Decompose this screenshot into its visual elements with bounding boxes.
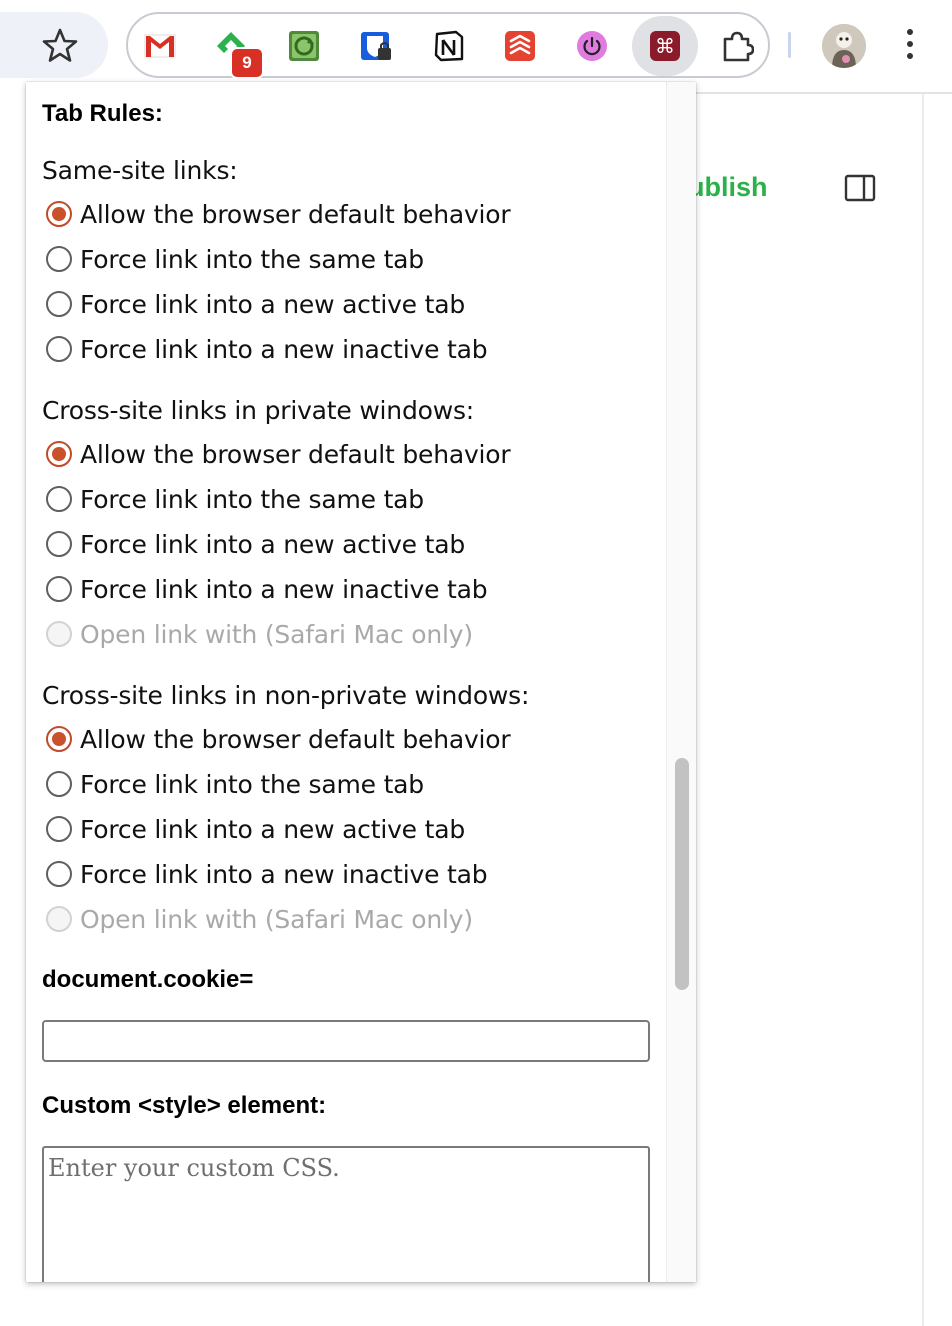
page-scroll-edge	[922, 94, 924, 1326]
radio-option[interactable]: Force link into a new inactive tab	[46, 572, 488, 606]
radio-option[interactable]: Allow the browser default behavior	[46, 722, 511, 756]
sync-extension-icon[interactable]	[287, 29, 321, 63]
command-extension-icon[interactable]: ⌘	[648, 29, 682, 63]
browser-toolbar: 9 ⌘	[0, 0, 952, 92]
radio-group-title: Cross-site links in non-private windows:	[42, 681, 530, 710]
radio-option[interactable]: Force link into a new active tab	[46, 812, 465, 846]
radio-button-selected[interactable]	[46, 201, 72, 227]
radio-option-label: Open link with (Safari Mac only)	[80, 904, 473, 934]
radio-option[interactable]: Force link into the same tab	[46, 767, 424, 801]
radio-option[interactable]: Force link into a new inactive tab	[46, 857, 488, 891]
radio-option[interactable]: Allow the browser default behavior	[46, 437, 511, 471]
radio-button-selected[interactable]	[46, 726, 72, 752]
radio-button[interactable]	[46, 861, 72, 887]
radio-button[interactable]	[46, 246, 72, 272]
radio-option-label: Force link into a new inactive tab	[80, 334, 488, 364]
browser-menu-icon[interactable]	[898, 26, 922, 66]
radio-group-title: Same-site links:	[42, 156, 238, 185]
popup-scrollbar-thumb[interactable]	[675, 758, 689, 990]
radio-option-label: Force link into a new inactive tab	[80, 574, 488, 604]
avatar-image-icon	[822, 24, 866, 68]
radio-option-label: Force link into a new active tab	[80, 289, 465, 319]
radio-option-label: Force link into a new active tab	[80, 529, 465, 559]
power-extension-icon[interactable]	[575, 29, 609, 63]
toolbar-divider	[788, 32, 791, 58]
radio-button[interactable]	[46, 771, 72, 797]
radio-button[interactable]	[46, 816, 72, 842]
feedly-unread-badge: 9	[230, 47, 264, 79]
notion-extension-icon[interactable]	[432, 29, 466, 63]
radio-option-label: Allow the browser default behavior	[80, 199, 511, 229]
page-header-border	[696, 92, 952, 94]
cookie-input[interactable]	[42, 1020, 650, 1062]
svg-text:⌘: ⌘	[655, 34, 675, 58]
radio-option[interactable]: Force link into the same tab	[46, 242, 424, 276]
radio-button[interactable]	[46, 336, 72, 362]
radio-option-label: Force link into the same tab	[80, 244, 424, 274]
radio-button-selected[interactable]	[46, 441, 72, 467]
extensions-puzzle-icon[interactable]	[720, 29, 754, 63]
radio-option[interactable]: Force link into the same tab	[46, 482, 424, 516]
publish-button[interactable]: ublish	[688, 172, 768, 203]
profile-avatar[interactable]	[822, 24, 866, 68]
todoist-extension-icon[interactable]	[503, 29, 537, 63]
radio-option[interactable]: Force link into a new active tab	[46, 527, 465, 561]
radio-option-label: Force link into a new active tab	[80, 814, 465, 844]
radio-option: Open link with (Safari Mac only)	[46, 902, 473, 936]
gmail-extension-icon[interactable]	[143, 29, 177, 63]
radio-option[interactable]: Allow the browser default behavior	[46, 197, 511, 231]
radio-button[interactable]	[46, 576, 72, 602]
radio-option-label: Force link into a new inactive tab	[80, 859, 488, 889]
radio-group-title: Cross-site links in private windows:	[42, 396, 475, 425]
radio-option[interactable]: Force link into a new active tab	[46, 287, 465, 321]
bitwarden-extension-icon[interactable]	[359, 29, 393, 63]
radio-option-label: Force link into the same tab	[80, 769, 424, 799]
radio-option-label: Allow the browser default behavior	[80, 724, 511, 754]
custom-style-heading: Custom <style> element:	[42, 1092, 327, 1119]
bookmark-star-icon[interactable]	[40, 26, 80, 66]
radio-option: Open link with (Safari Mac only)	[46, 617, 473, 651]
side-panel-icon[interactable]	[844, 174, 876, 202]
radio-button[interactable]	[46, 486, 72, 512]
popup-content: Tab Rules: document.cookie= Custom <styl…	[26, 82, 666, 1282]
radio-option[interactable]: Force link into a new inactive tab	[46, 332, 488, 366]
extension-popup: Tab Rules: document.cookie= Custom <styl…	[26, 82, 696, 1282]
cookie-heading: document.cookie=	[42, 966, 254, 993]
radio-button[interactable]	[46, 531, 72, 557]
radio-button	[46, 621, 72, 647]
radio-option-label: Allow the browser default behavior	[80, 439, 511, 469]
tab-rules-heading: Tab Rules:	[42, 100, 163, 127]
popup-scrollbar-track[interactable]	[666, 82, 696, 1282]
radio-button	[46, 906, 72, 932]
custom-css-textarea[interactable]	[42, 1146, 650, 1282]
radio-option-label: Open link with (Safari Mac only)	[80, 619, 473, 649]
radio-option-label: Force link into the same tab	[80, 484, 424, 514]
radio-button[interactable]	[46, 291, 72, 317]
